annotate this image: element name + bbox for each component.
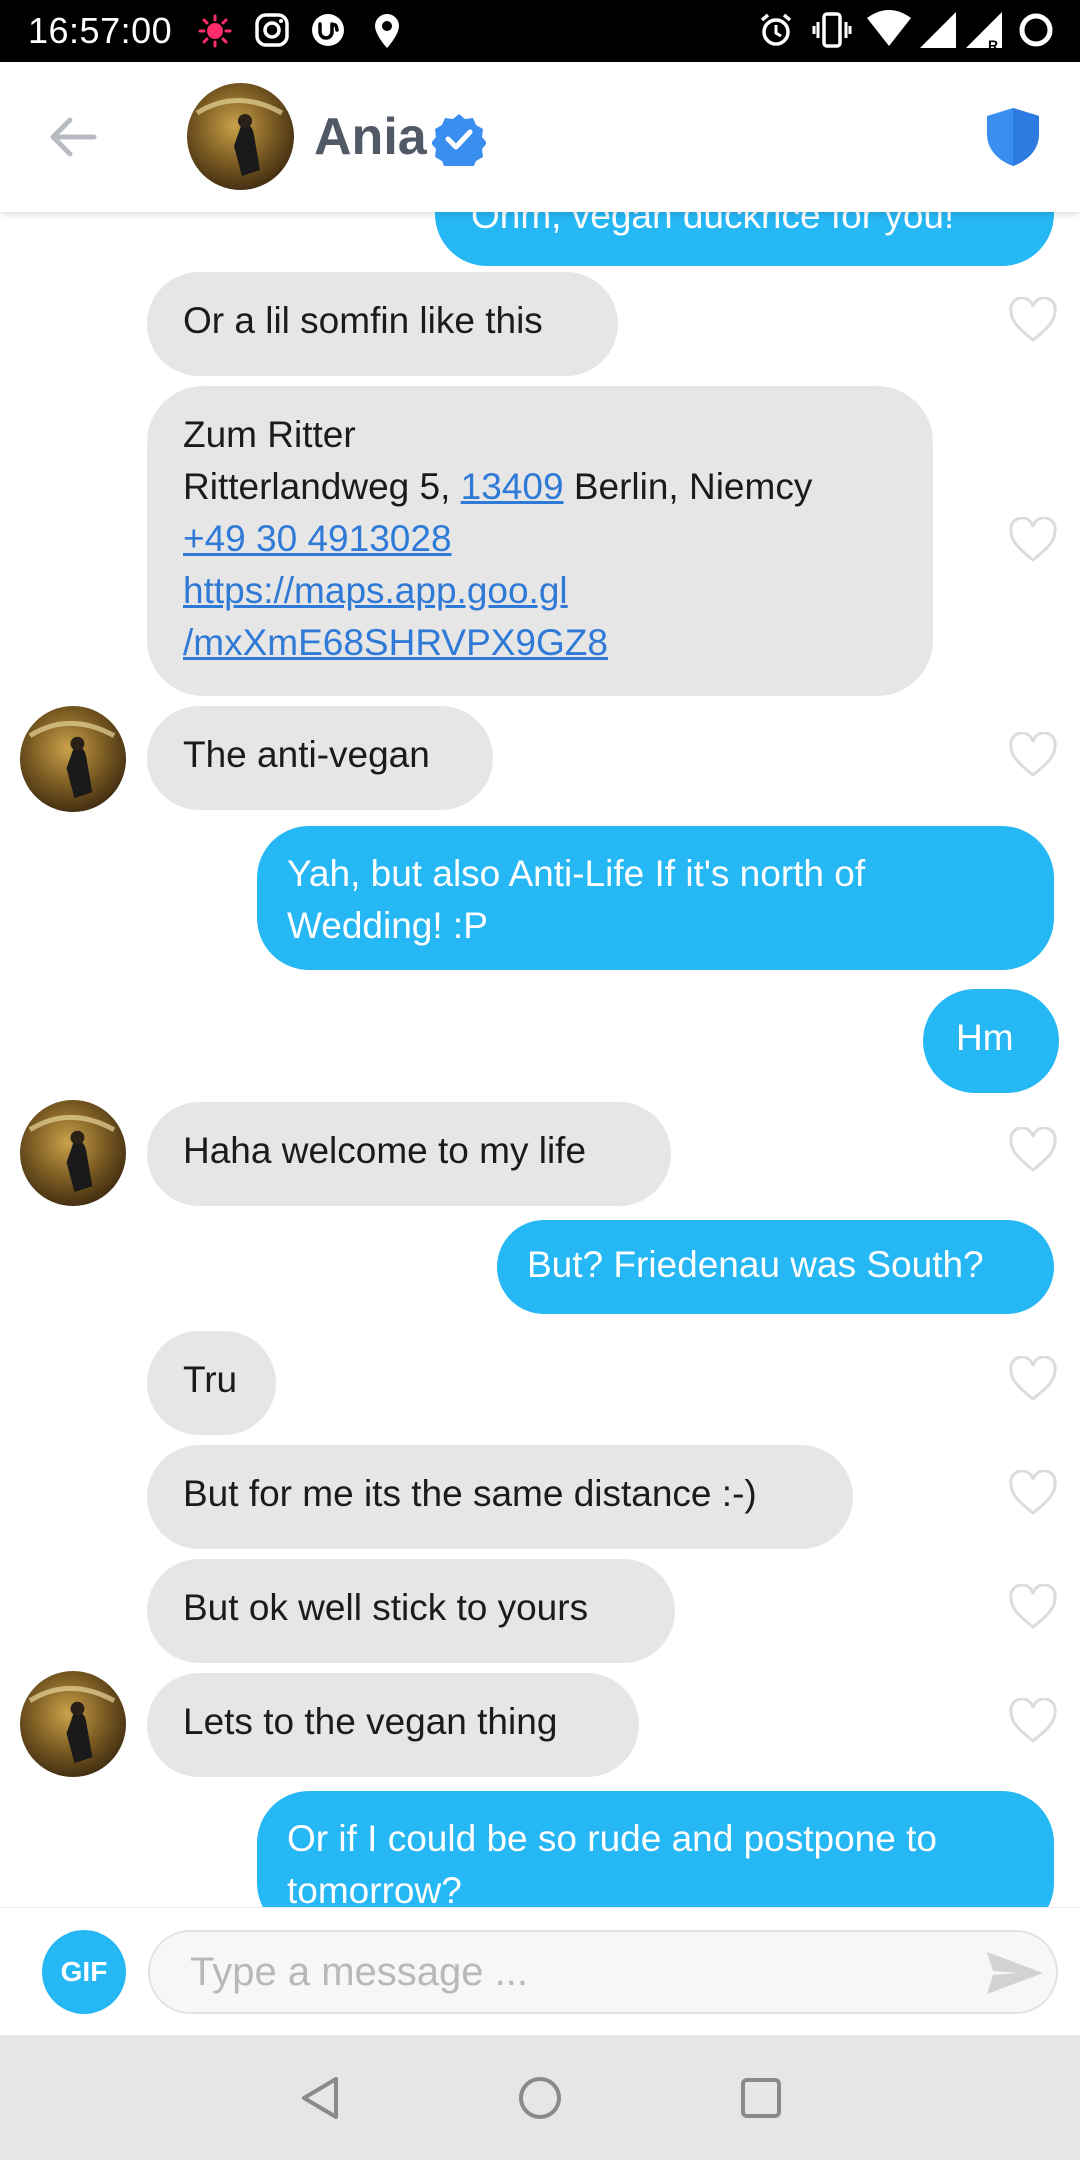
gif-button[interactable]: GIF [42, 1930, 126, 2014]
nav-recents-icon[interactable] [736, 2073, 786, 2123]
message-text: Tru [183, 1359, 238, 1400]
message-bubble-outgoing[interactable]: But? Friedenau was South? [497, 1220, 1054, 1314]
place-address: Ritterlandweg 5, 13409 Berlin, Niemcy [183, 466, 813, 507]
message-text: Ohm, vegan duckrice for you! [471, 212, 955, 236]
status-bar: 16:57:00 R [0, 0, 1080, 62]
message-text: Haha welcome to my life [183, 1130, 587, 1171]
message-bubble-outgoing[interactable]: Hm [923, 989, 1059, 1093]
like-heart-icon[interactable] [1008, 1698, 1058, 1744]
message-bubble-outgoing[interactable]: Or if I could be so rude and postpone to… [257, 1791, 1054, 1907]
nav-back-icon[interactable] [296, 2073, 346, 2123]
contact-avatar[interactable] [187, 83, 294, 190]
like-heart-icon[interactable] [1008, 1584, 1058, 1630]
message-text: But for me its the same distance :-) [183, 1473, 757, 1514]
signal-roaming-icon: R [966, 12, 1002, 52]
message-bubble-incoming[interactable]: The anti-vegan [147, 706, 493, 810]
app-u-icon [312, 14, 344, 46]
message-text: But ok well stick to yours [183, 1587, 589, 1628]
verified-badge-icon [432, 114, 486, 166]
message-bubble-incoming[interactable]: Zum Ritter Ritterlandweg 5, 13409 Berlin… [147, 386, 933, 696]
sender-avatar[interactable] [20, 1671, 126, 1777]
message-bubble-incoming[interactable]: Lets to the vegan thing [147, 1673, 639, 1777]
message-text: But? Friedenau was South? [527, 1244, 984, 1285]
message-bubble-incoming[interactable]: Or a lil somfin like this [147, 272, 618, 376]
maps-url-link[interactable]: https://maps.app.goo.gl [183, 570, 568, 611]
vibrate-icon [812, 12, 852, 48]
place-name: Zum Ritter [183, 414, 356, 455]
message-bubble-incoming[interactable]: But for me its the same distance :-) [147, 1445, 853, 1549]
like-heart-icon[interactable] [1008, 1470, 1058, 1516]
like-heart-icon[interactable] [1008, 1127, 1058, 1173]
message-text: Hm [956, 1017, 1014, 1058]
message-text-line: Yah, but also Anti-Life If it's north of [287, 853, 866, 894]
svg-text:R: R [988, 37, 998, 52]
contact-name[interactable]: Ania [314, 106, 427, 168]
message-composer: GIF [0, 1907, 1080, 2036]
message-text-line: tomorrow? [287, 1870, 462, 1907]
battery-ring-icon [1019, 13, 1053, 47]
alarm-icon [760, 13, 792, 46]
sender-avatar[interactable] [20, 706, 126, 812]
record-dot-icon [198, 14, 232, 48]
like-heart-icon[interactable] [1008, 517, 1058, 563]
like-heart-icon[interactable] [1008, 297, 1058, 343]
shield-icon[interactable] [985, 106, 1041, 168]
back-arrow-icon[interactable] [40, 104, 106, 170]
message-bubble-outgoing[interactable]: Yah, but also Anti-Life If it's north of… [257, 826, 1054, 970]
signal-icon [920, 12, 956, 48]
like-heart-icon[interactable] [1008, 1356, 1058, 1402]
location-pin-icon [375, 14, 399, 48]
message-bubble-incoming[interactable]: But ok well stick to yours [147, 1559, 675, 1663]
maps-url-link-continued[interactable]: /mxXmE68SHRVPX9GZ8 [183, 622, 608, 663]
message-text: Or a lil somfin like this [183, 300, 543, 341]
chat-header: Ania [0, 62, 1080, 212]
message-bubble-incoming[interactable]: Haha welcome to my life [147, 1102, 671, 1206]
message-text-line: Or if I could be so rude and postpone to [287, 1818, 937, 1859]
message-text: Lets to the vegan thing [183, 1701, 558, 1742]
message-bubble-outgoing[interactable]: Ohm, vegan duckrice for you! [435, 212, 1054, 266]
phone-link[interactable]: +49 30 4913028 [183, 518, 452, 559]
message-text: The anti-vegan [183, 734, 430, 775]
like-heart-icon[interactable] [1008, 732, 1058, 778]
send-icon[interactable] [985, 1948, 1045, 1998]
status-time: 16:57:00 [28, 10, 173, 51]
message-input[interactable] [148, 1930, 1058, 2014]
message-bubble-incoming[interactable]: Tru [147, 1331, 276, 1435]
system-nav-bar [0, 2035, 1080, 2160]
message-list[interactable]: Ohm, vegan duckrice for you! Or a lil so… [0, 212, 1080, 1907]
postal-code-link[interactable]: 13409 [461, 466, 564, 507]
wifi-icon [867, 10, 911, 46]
sender-avatar[interactable] [20, 1100, 126, 1206]
instagram-icon [255, 13, 289, 47]
nav-home-icon[interactable] [515, 2073, 565, 2123]
message-text-line: Wedding! :P [287, 905, 488, 946]
